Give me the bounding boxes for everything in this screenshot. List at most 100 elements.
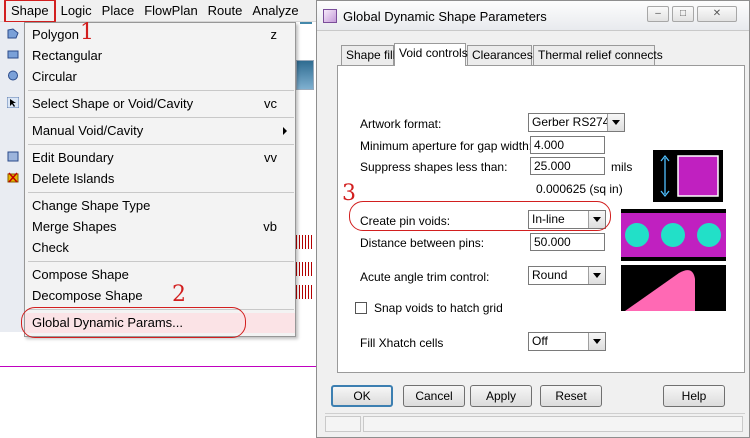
menu-item-manual-void[interactable]: Manual Void/Cavity bbox=[25, 121, 295, 141]
menu-item-check[interactable]: Check bbox=[25, 238, 295, 258]
tab-clearances[interactable]: Clearances bbox=[467, 45, 533, 65]
menu-item-decompose-shape[interactable]: Decompose Shape bbox=[25, 286, 295, 306]
menu-item-compose-shape[interactable]: Compose Shape bbox=[25, 265, 295, 285]
min-aperture-label: Minimum aperture for gap width: bbox=[360, 139, 533, 153]
pin-voids-preview bbox=[621, 209, 726, 261]
reset-button[interactable]: Reset bbox=[540, 385, 602, 407]
distance-between-pins-label: Distance between pins: bbox=[360, 236, 485, 250]
menu-item-label: Compose Shape bbox=[32, 267, 129, 282]
canvas-outline bbox=[0, 366, 318, 367]
edit-boundary-icon bbox=[7, 151, 19, 162]
menu-item-label: Edit Boundary bbox=[32, 150, 114, 165]
snap-voids-checkbox[interactable] bbox=[355, 302, 367, 314]
dialog-title-bar: Global Dynamic Shape Parameters – □ ✕ bbox=[317, 1, 749, 31]
artwork-format-label: Artwork format: bbox=[360, 117, 442, 131]
menu-separator bbox=[28, 261, 294, 262]
menu-separator bbox=[28, 192, 294, 193]
dialog-title: Global Dynamic Shape Parameters bbox=[343, 9, 547, 24]
menu-item-merge-shapes[interactable]: Merge Shapes vb bbox=[25, 217, 295, 237]
menu-item-shortcut: vc bbox=[264, 96, 277, 111]
circle-icon bbox=[8, 70, 18, 81]
canvas-pins-row-3 bbox=[296, 285, 314, 299]
menu-item-circular[interactable]: Circular bbox=[25, 67, 295, 87]
menu-item-shortcut: z bbox=[270, 27, 278, 42]
tool-strip bbox=[0, 22, 26, 332]
menu-item-label: Polygon bbox=[32, 27, 79, 42]
chevron-down-icon bbox=[588, 267, 605, 284]
annotation-oval-create-pin-voids bbox=[349, 201, 611, 231]
chevron-down-icon bbox=[588, 333, 605, 350]
menu-item-polygon[interactable]: Polygon z bbox=[25, 25, 295, 45]
snap-voids-label: Snap voids to hatch grid bbox=[374, 301, 503, 315]
submenu-arrow-icon bbox=[283, 127, 287, 135]
menu-separator bbox=[28, 117, 294, 118]
annotation-step-2: 2 bbox=[172, 282, 186, 307]
annotation-step-1: 1 bbox=[80, 20, 94, 45]
menu-logic[interactable]: Logic bbox=[56, 1, 97, 21]
status-cell bbox=[325, 416, 361, 432]
artwork-format-value: Gerber RS274X bbox=[532, 115, 618, 129]
menu-bar: Shape Logic Place FlowPlan Route Analyze bbox=[0, 0, 320, 23]
annotation-step-3: 3 bbox=[342, 181, 356, 206]
minimize-button[interactable]: – bbox=[647, 6, 669, 22]
menu-item-label: Delete Islands bbox=[32, 171, 115, 186]
fill-xhatch-value: Off bbox=[532, 334, 548, 348]
menu-item-shortcut: vv bbox=[264, 150, 277, 165]
suppress-shapes-preview bbox=[653, 150, 723, 202]
canvas-toolbar-handle bbox=[296, 60, 314, 90]
acute-angle-trim-label: Acute angle trim control: bbox=[360, 270, 490, 284]
menu-item-shortcut: vb bbox=[263, 219, 277, 234]
menu-separator bbox=[28, 90, 294, 91]
menu-place[interactable]: Place bbox=[97, 1, 140, 21]
artwork-format-select[interactable]: Gerber RS274X bbox=[528, 113, 625, 132]
menu-item-label: Manual Void/Cavity bbox=[32, 123, 144, 138]
menu-route[interactable]: Route bbox=[203, 1, 248, 21]
menu-item-label: Rectangular bbox=[32, 48, 103, 63]
maximize-button[interactable]: □ bbox=[672, 6, 694, 22]
delete-islands-icon bbox=[7, 172, 19, 183]
menu-flowplan[interactable]: FlowPlan bbox=[139, 1, 202, 21]
menu-separator bbox=[28, 144, 294, 145]
canvas-pins-row-2 bbox=[296, 262, 314, 276]
acute-angle-preview bbox=[621, 265, 726, 311]
tab-shape-fill[interactable]: Shape fill bbox=[341, 45, 395, 65]
polygon-icon bbox=[7, 28, 19, 39]
distance-between-pins-field[interactable]: 50.000 bbox=[530, 233, 605, 251]
menu-item-edit-boundary[interactable]: Edit Boundary vv bbox=[25, 148, 295, 168]
shape-menu: Polygon z Rectangular Circular Select Sh… bbox=[24, 22, 296, 337]
ok-button[interactable]: OK bbox=[331, 385, 393, 407]
cancel-button[interactable]: Cancel bbox=[403, 385, 465, 407]
acute-angle-trim-select[interactable]: Round bbox=[528, 266, 606, 285]
suppress-shapes-unit: mils bbox=[611, 160, 633, 174]
chevron-down-icon bbox=[607, 114, 624, 131]
suppress-shapes-field[interactable]: 25.000 bbox=[530, 157, 605, 175]
menu-item-delete-islands[interactable]: Delete Islands bbox=[25, 169, 295, 189]
menu-item-change-shape-type[interactable]: Change Shape Type bbox=[25, 196, 295, 216]
close-button[interactable]: ✕ bbox=[697, 6, 737, 22]
rectangle-icon bbox=[7, 50, 19, 59]
help-button[interactable]: Help bbox=[663, 385, 725, 407]
select-arrow-icon bbox=[7, 97, 19, 108]
menu-item-label: Merge Shapes bbox=[32, 219, 117, 234]
menu-item-select-shape[interactable]: Select Shape or Void/Cavity vc bbox=[25, 94, 295, 114]
menu-item-label: Circular bbox=[32, 69, 77, 84]
fill-xhatch-select[interactable]: Off bbox=[528, 332, 606, 351]
menu-shape[interactable]: Shape bbox=[4, 0, 56, 23]
suppress-shapes-label: Suppress shapes less than: bbox=[360, 160, 508, 174]
menu-item-label: Change Shape Type bbox=[32, 198, 151, 213]
status-bar bbox=[325, 413, 745, 433]
min-aperture-field[interactable]: 4.000 bbox=[530, 136, 605, 154]
menu-item-label: Decompose Shape bbox=[32, 288, 143, 303]
acute-angle-trim-value: Round bbox=[532, 268, 568, 282]
menu-analyze[interactable]: Analyze bbox=[247, 1, 303, 21]
fill-xhatch-label: Fill Xhatch cells bbox=[360, 336, 444, 350]
menu-item-rectangular[interactable]: Rectangular bbox=[25, 46, 295, 66]
canvas-pins-row-1 bbox=[296, 235, 314, 249]
status-cell bbox=[363, 416, 743, 432]
apply-button[interactable]: Apply bbox=[470, 385, 532, 407]
tab-void-controls[interactable]: Void controls bbox=[394, 43, 468, 66]
suppress-shapes-area: 0.000625 (sq in) bbox=[536, 182, 623, 196]
canvas-trace bbox=[300, 22, 312, 24]
tab-thermal-relief[interactable]: Thermal relief connects bbox=[533, 45, 663, 65]
menu-item-label: Check bbox=[32, 240, 69, 255]
